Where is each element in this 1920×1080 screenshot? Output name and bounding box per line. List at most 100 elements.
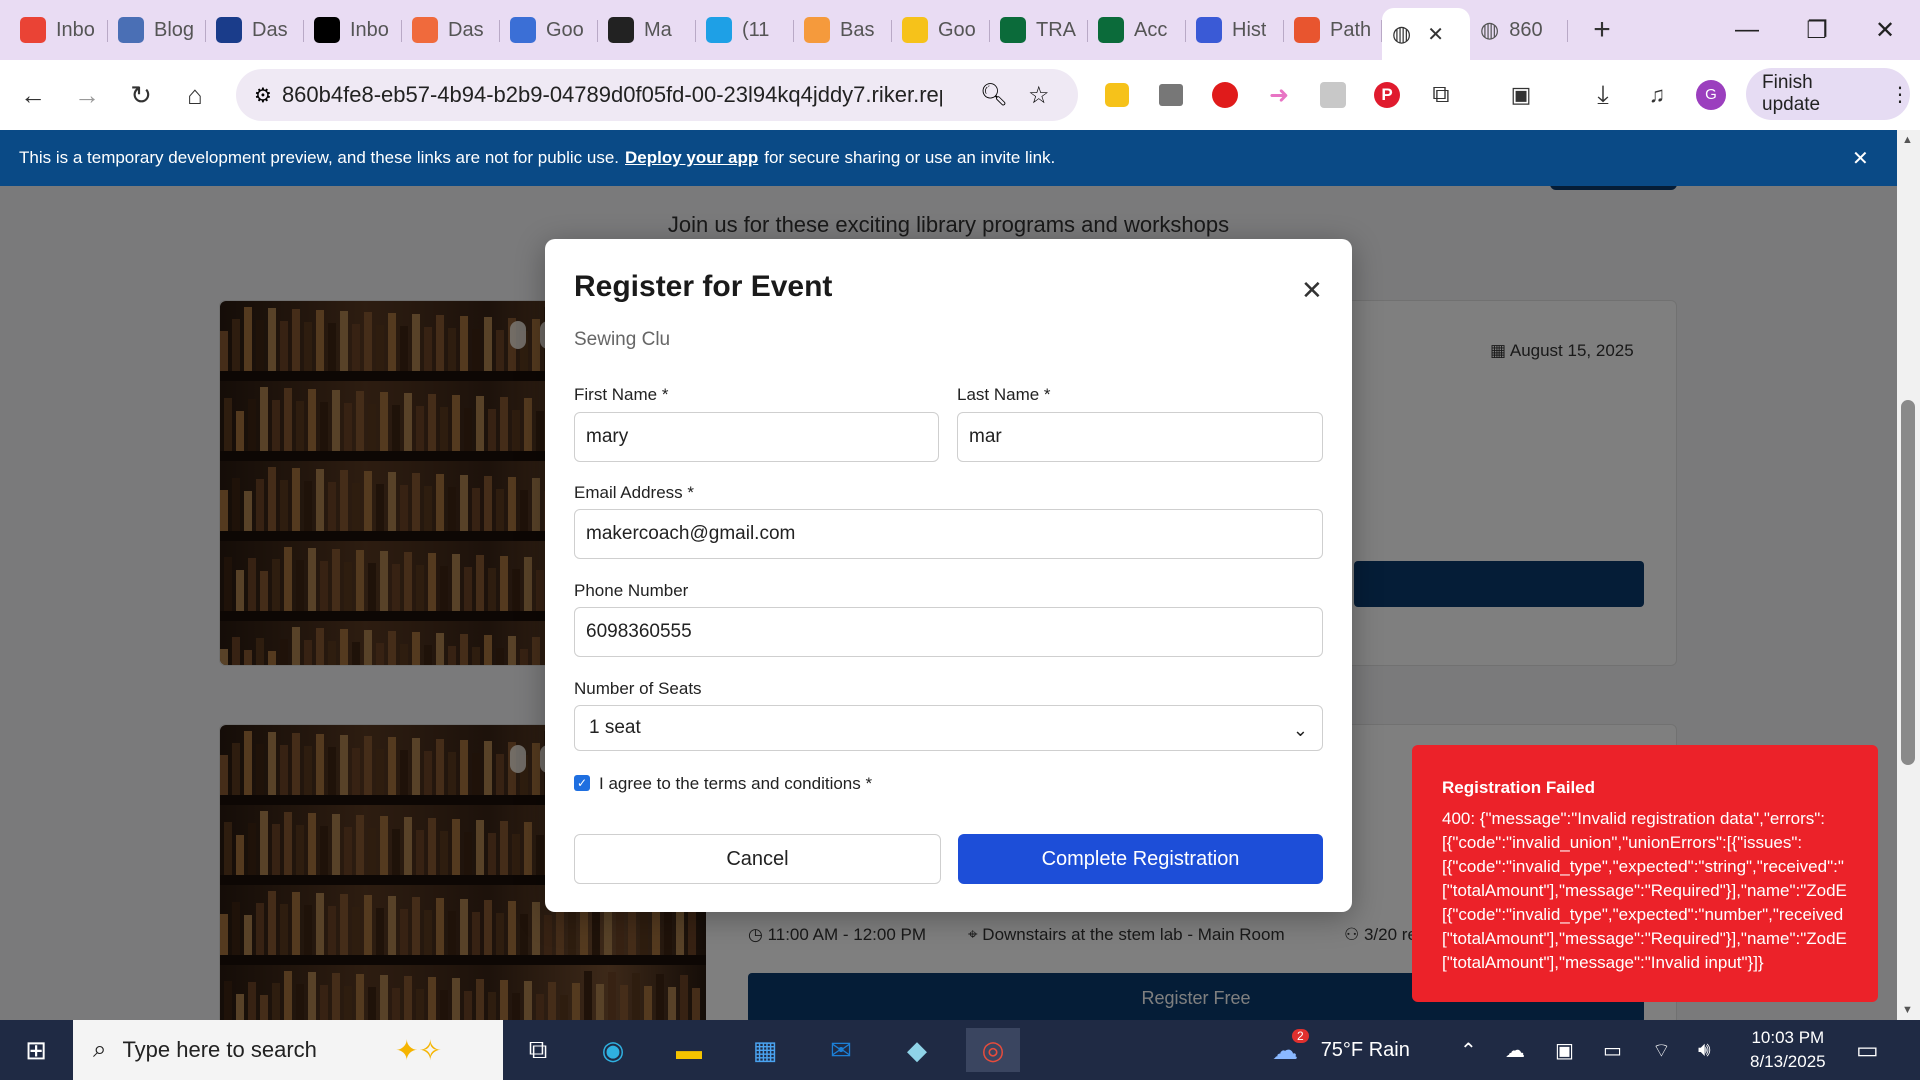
cancel-button[interactable]: Cancel: [574, 834, 941, 884]
terminal-icon: [1098, 17, 1124, 43]
scrollbar-thumb[interactable]: [1901, 400, 1915, 765]
search-placeholder: Type here to search: [122, 1037, 317, 1062]
seats-label: Number of Seats: [574, 679, 702, 698]
cm-icon: [216, 17, 242, 43]
tab[interactable]: TRA: [990, 8, 1088, 52]
notifications-icon[interactable]: ▭: [1856, 1020, 1879, 1080]
pinterest-icon[interactable]: P: [1374, 82, 1400, 108]
volume-icon[interactable]: 🔊︎: [1698, 1020, 1711, 1080]
toast-line: ["totalAmount"],"message":"Invalid input…: [1442, 953, 1764, 972]
path-icon: [1294, 17, 1320, 43]
ublock-extension-icon[interactable]: [1212, 82, 1238, 108]
phone-input[interactable]: [574, 607, 1323, 657]
wifi-icon[interactable]: ⌔: [1652, 1020, 1671, 1080]
reload-button[interactable]: ↻: [114, 68, 168, 122]
bookmark-star-icon[interactable]: ☆: [1028, 81, 1050, 110]
tab[interactable]: Path: [1284, 8, 1382, 52]
film-extension-icon[interactable]: [1159, 84, 1183, 106]
search-icon: ⌕: [93, 1036, 107, 1063]
toast-line: [{"code":"invalid_type","expected":"numb…: [1442, 905, 1844, 924]
tab-active[interactable]: ◍ ✕: [1382, 8, 1470, 60]
deploy-app-link[interactable]: Deploy your app: [625, 148, 758, 168]
tab[interactable]: (11: [696, 8, 794, 52]
tab-label: Inbo: [56, 18, 95, 41]
weather-badge: 2: [1292, 1029, 1309, 1043]
edge-icon[interactable]: ◉: [590, 1028, 636, 1072]
tab-label: (11: [742, 18, 770, 41]
terms-checkbox[interactable]: ✓: [574, 775, 590, 791]
app-icon[interactable]: ◆: [894, 1028, 940, 1072]
back-button[interactable]: ←: [6, 68, 60, 122]
profile-avatar[interactable]: G: [1696, 80, 1726, 110]
tab[interactable]: Hist: [1186, 8, 1284, 52]
screen-search-icon[interactable]: ▣: [1511, 82, 1532, 108]
file-explorer-icon[interactable]: ▬: [666, 1028, 712, 1072]
tab[interactable]: Inbo: [304, 8, 402, 52]
windows-logo-icon: ⊞: [25, 1034, 47, 1065]
banner-close-icon[interactable]: ✕: [1852, 146, 1869, 171]
forward-button[interactable]: →: [60, 68, 114, 122]
first-name-input[interactable]: [574, 412, 939, 462]
arrow-right-icon: →: [74, 79, 100, 110]
tab-close-icon[interactable]: ✕: [1427, 22, 1444, 47]
tab-label: 860: [1509, 18, 1543, 41]
microsoft-store-icon[interactable]: ▦: [742, 1028, 788, 1072]
weather-widget[interactable]: ☁ 2 75°F Rain: [1272, 1020, 1410, 1080]
puzzle-icon: [118, 17, 144, 43]
tab[interactable]: Acc: [1088, 8, 1186, 52]
tab[interactable]: Goo: [892, 8, 990, 52]
url-text[interactable]: 860b4fe8-eb57-4b94-b2b9-04789d0f05fd-00-…: [282, 82, 942, 108]
complete-registration-button[interactable]: Complete Registration: [958, 834, 1323, 884]
tab[interactable]: Das: [402, 8, 500, 52]
show-hidden-icons[interactable]: ⌃: [1460, 1020, 1477, 1080]
grey-extension-icon[interactable]: [1320, 82, 1346, 108]
first-name-label: First Name *: [574, 385, 669, 404]
extensions-puzzle-icon[interactable]: ⧉: [1432, 81, 1449, 109]
start-button[interactable]: ⊞: [13, 1028, 59, 1072]
arrow-extension-icon[interactable]: ➜: [1269, 81, 1289, 110]
banner-text-after: for secure sharing or use an invite link…: [764, 148, 1056, 167]
scroll-up-icon[interactable]: ▲: [1902, 134, 1913, 146]
restore-button[interactable]: ❐: [1782, 0, 1852, 60]
tab[interactable]: Blog: [108, 8, 206, 52]
tab[interactable]: Ma: [598, 8, 696, 52]
tab[interactable]: ◍ 860: [1470, 8, 1568, 52]
chrome-icon[interactable]: ◎: [966, 1028, 1020, 1072]
register-event-modal: Register for Event ✕ Sewing Clu First Na…: [545, 239, 1352, 912]
tab[interactable]: Goo: [500, 8, 598, 52]
dev-preview-banner: This is a temporary development preview,…: [0, 130, 1897, 186]
scroll-down-icon[interactable]: ▼: [1902, 1004, 1913, 1016]
x-icon: [314, 17, 340, 43]
close-window-button[interactable]: ✕: [1850, 0, 1920, 60]
home-button[interactable]: ⌂: [168, 68, 222, 122]
keep-extension-icon[interactable]: [1105, 83, 1129, 107]
email-input[interactable]: [574, 509, 1323, 559]
site-info-icon[interactable]: ⚙: [254, 83, 272, 108]
windows-taskbar: ⊞ ⌕ Type here to search ✦✧ ⧉ ◉ ▬ ▦ ✉ ◆ ◎…: [0, 1020, 1920, 1080]
tab[interactable]: Bas: [794, 8, 892, 52]
terms-label[interactable]: I agree to the terms and conditions *: [599, 774, 872, 794]
tab[interactable]: Das: [206, 8, 304, 52]
new-tab-button[interactable]: +: [1582, 13, 1622, 47]
seats-select[interactable]: 1 seat ⌄: [574, 705, 1323, 751]
last-name-input[interactable]: [957, 412, 1323, 462]
download-icon[interactable]: ⤓: [1597, 79, 1609, 111]
tab[interactable]: Inbo: [10, 8, 108, 52]
minimize-button[interactable]: —: [1712, 0, 1782, 60]
media-control-icon[interactable]: ♫: [1649, 82, 1666, 108]
address-bar[interactable]: ⚙ 860b4fe8-eb57-4b94-b2b9-04789d0f05fd-0…: [236, 69, 1078, 121]
finish-update-button[interactable]: Finish update ⋮: [1746, 68, 1910, 120]
battery-icon[interactable]: ▭: [1603, 1020, 1622, 1080]
minimize-icon: —: [1735, 16, 1759, 43]
outlook-icon[interactable]: ✉: [818, 1028, 864, 1072]
zoom-icon[interactable]: 🔍︎: [980, 82, 1008, 108]
taskbar-search[interactable]: ⌕ Type here to search ✦✧: [73, 1020, 503, 1080]
panda-icon: [608, 17, 634, 43]
tab-label: Das: [252, 18, 288, 41]
screen-icon[interactable]: ▣: [1555, 1020, 1574, 1080]
modal-close-button[interactable]: ✕: [1301, 275, 1323, 306]
onedrive-icon[interactable]: ☁: [1505, 1020, 1525, 1080]
clock[interactable]: 10:03 PM 8/13/2025: [1750, 1020, 1826, 1080]
task-view-icon[interactable]: ⧉: [515, 1028, 561, 1072]
tab-label: Ma: [644, 18, 672, 41]
